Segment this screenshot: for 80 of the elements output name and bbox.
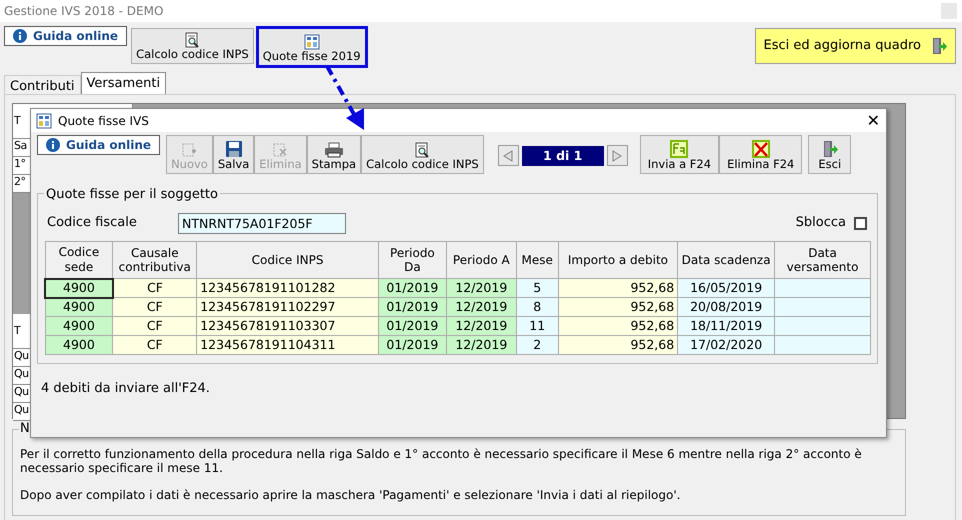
grid-icon bbox=[36, 112, 52, 128]
table-cell: 12/2019 bbox=[446, 298, 516, 316]
table-cell: CF bbox=[112, 316, 197, 336]
toolbar-button[interactable]: Calcolo codice INPS bbox=[131, 28, 254, 64]
toolbar-button[interactable]: Quote fisse 2019 bbox=[258, 29, 365, 65]
table-cell: 12345678191102297 bbox=[196, 298, 378, 316]
close-button[interactable]: ✕ bbox=[866, 112, 880, 128]
table-cell: 11 bbox=[516, 316, 558, 336]
previous-button[interactable] bbox=[498, 145, 519, 166]
exit-update-button[interactable]: Esci ed aggiorna quadro bbox=[754, 28, 956, 64]
column-header: Mese bbox=[516, 242, 558, 278]
grid-icon bbox=[304, 34, 320, 50]
exit-door-icon bbox=[822, 140, 838, 158]
help-button[interactable]: Guida online bbox=[4, 26, 128, 46]
printer-icon bbox=[324, 142, 344, 158]
toolbar-button[interactable]: Stampa bbox=[306, 135, 362, 174]
table-cell: 952,68 bbox=[558, 278, 678, 298]
floppy-icon bbox=[224, 140, 243, 158]
form-cross-icon bbox=[752, 140, 770, 158]
info-icon bbox=[13, 29, 27, 43]
table-cell: 18/11/2019 bbox=[678, 316, 775, 336]
field-label: Codice fiscale bbox=[46, 214, 138, 232]
help-button[interactable]: Guida online bbox=[37, 135, 160, 155]
table-cell: 12345678191103307 bbox=[196, 316, 378, 336]
table-cell: 4900 bbox=[45, 336, 113, 354]
delete-document-icon bbox=[271, 142, 290, 158]
exit-door-icon bbox=[931, 37, 947, 55]
right-arrow-icon bbox=[612, 150, 622, 162]
table-cell: CF bbox=[112, 336, 197, 354]
table-cell: 01/2019 bbox=[378, 298, 446, 316]
table-cell: 952,68 bbox=[558, 298, 678, 316]
left-arrow-icon bbox=[503, 150, 514, 162]
table-cell: CF bbox=[112, 298, 197, 316]
table-cell: 12/2019 bbox=[446, 278, 516, 298]
table-cell: 4900 bbox=[45, 278, 113, 298]
note-text: Per il corretto funzionamento della procedura nella riga Saldo e 1° acconto è necessario specificare il Mese 6 mentre nella riga 2° acconto è necessario specificare il mese 11. bbox=[20, 448, 863, 476]
window-title: Gestione IVS 2018 - DEMO bbox=[4, 3, 164, 20]
table-cell: 5 bbox=[516, 278, 558, 298]
fiscal-code-field[interactable]: NTNRNT75A01F205F bbox=[178, 212, 346, 234]
table-cell: 01/2019 bbox=[378, 336, 446, 354]
toolbar-button[interactable]: Salva bbox=[212, 135, 254, 174]
magnifier-document-icon bbox=[184, 32, 200, 48]
table-cell: 4900 bbox=[45, 316, 113, 336]
exit-button[interactable]: Esci bbox=[808, 135, 852, 174]
tab[interactable]: Versamenti bbox=[80, 72, 166, 94]
info-icon bbox=[46, 138, 60, 152]
table-cell: 8 bbox=[516, 298, 558, 316]
toolbar-button[interactable]: Invia a F24 bbox=[640, 135, 720, 174]
page-indicator: 1 di 1 bbox=[522, 146, 604, 166]
checkbox[interactable] bbox=[854, 216, 867, 230]
tab[interactable]: Contributi bbox=[4, 75, 81, 94]
table-cell: 12/2019 bbox=[446, 316, 516, 336]
column-header: Causale contributiva bbox=[112, 242, 197, 278]
table-cell: 2 bbox=[516, 336, 558, 354]
table-cell: 12345678191104311 bbox=[196, 336, 378, 354]
table-cell: 952,68 bbox=[558, 316, 678, 336]
table-cell: 952,68 bbox=[558, 336, 678, 354]
toolbar-button[interactable]: Elimina F24 bbox=[719, 135, 802, 174]
table-cell: 20/08/2019 bbox=[678, 298, 775, 316]
table-cell: 12/2019 bbox=[446, 336, 516, 354]
column-header: Data scadenza bbox=[678, 242, 775, 278]
column-header: Data versamento bbox=[774, 242, 870, 278]
table-cell: 12345678191101282 bbox=[196, 278, 378, 298]
column-header: Importo a debito bbox=[558, 242, 678, 278]
note-text: Dopo aver compilato i dati è necessario aprire la maschera 'Pagamenti' e selezionare 'Invia i dati al riepilogo'. bbox=[20, 488, 682, 502]
table-cell: CF bbox=[112, 278, 197, 298]
table-cell: 17/02/2020 bbox=[678, 336, 775, 354]
column-header: Codice INPS bbox=[196, 242, 378, 278]
column-header: Codice sede bbox=[45, 242, 113, 278]
new-document-icon bbox=[180, 142, 198, 158]
form-icon bbox=[670, 140, 688, 158]
table-cell: 16/05/2019 bbox=[678, 278, 775, 298]
table-cell: 01/2019 bbox=[378, 316, 446, 336]
column-header: Periodo Da bbox=[378, 242, 446, 278]
column-header: Periodo A bbox=[446, 242, 516, 278]
checkbox-label: Sblocca bbox=[796, 214, 846, 232]
toolbar-button[interactable]: Calcolo codice INPS bbox=[361, 135, 484, 174]
table-cell: 01/2019 bbox=[378, 278, 446, 298]
magnifier-document-icon bbox=[414, 142, 430, 158]
next-button[interactable] bbox=[606, 145, 628, 166]
